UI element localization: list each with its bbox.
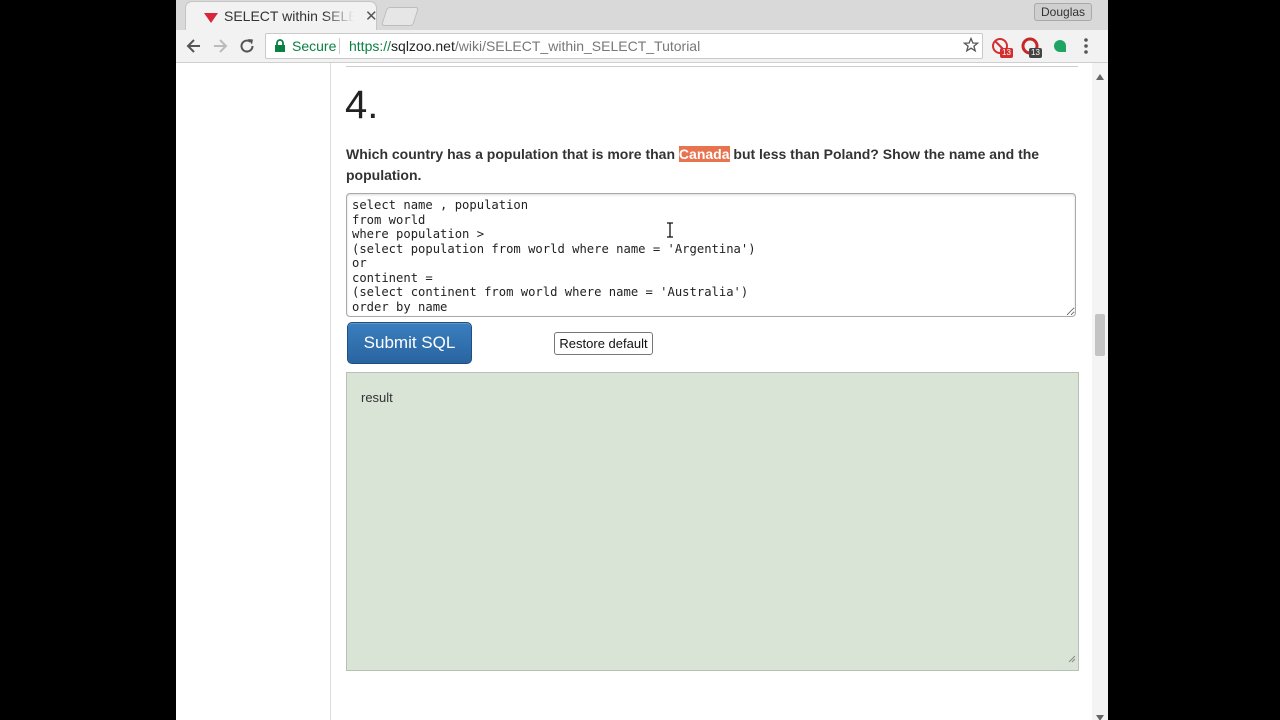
question-text: Which country has a population that is m… — [346, 144, 1046, 186]
browser-toolbar: Secure https://sqlzoo.net/wiki/SELECT_wi… — [176, 30, 1108, 63]
scroll-up-arrow-icon[interactable] — [1096, 67, 1104, 85]
question-text-before: Which country has a population that is m… — [346, 146, 679, 162]
tab-strip: SELECT within SELECT Tutorial ✕ Douglas — [176, 0, 1108, 30]
bookmark-star-icon[interactable] — [962, 36, 980, 58]
new-tab-button[interactable] — [380, 7, 420, 26]
url-scheme: https:// — [349, 38, 392, 54]
scroll-down-arrow-icon[interactable] — [1096, 708, 1104, 720]
tab-active[interactable]: SELECT within SELECT Tutorial ✕ — [186, 2, 378, 30]
browser-window: SELECT within SELECT Tutorial ✕ Douglas … — [176, 0, 1108, 720]
extension-badge-1: 13 — [1000, 48, 1013, 58]
text-cursor-icon — [666, 222, 674, 243]
forward-arrow-icon[interactable] — [211, 37, 229, 55]
sqlzoo-favicon-icon — [204, 11, 218, 29]
question-number: 4. — [345, 83, 379, 127]
back-arrow-icon[interactable] — [185, 37, 203, 55]
tab-close-icon[interactable]: ✕ — [365, 7, 378, 25]
page-content: 4. Which country has a population that i… — [176, 63, 1108, 720]
lock-icon — [274, 39, 286, 57]
resize-grip-icon[interactable] — [1068, 650, 1076, 668]
omnibox-divider — [339, 38, 340, 54]
result-panel: result — [346, 372, 1079, 671]
vertical-scrollbar[interactable] — [1092, 63, 1108, 720]
reload-icon[interactable] — [238, 37, 256, 55]
url-domain: sqlzoo.net — [391, 38, 455, 54]
section-divider — [346, 66, 1078, 67]
scrollbar-thumb[interactable] — [1095, 314, 1105, 356]
tab-title: SELECT within SELECT Tutorial — [224, 8, 354, 26]
more-menu-icon[interactable] — [1084, 38, 1088, 59]
submit-sql-button[interactable]: Submit SQL — [347, 322, 472, 364]
left-nav-divider — [330, 63, 331, 720]
result-label: result — [361, 390, 393, 405]
url-path: /wiki/SELECT_within_SELECT_Tutorial — [454, 38, 701, 54]
url-text[interactable]: https://sqlzoo.net/wiki/SELECT_within_SE… — [349, 38, 700, 54]
extension-green-drop-icon[interactable] — [1052, 37, 1068, 58]
address-bar[interactable]: Secure https://sqlzoo.net/wiki/SELECT_wi… — [265, 33, 983, 59]
sql-editor[interactable] — [346, 193, 1076, 317]
secure-label: Secure — [292, 38, 337, 54]
profile-button[interactable]: Douglas — [1034, 3, 1093, 21]
restore-default-button[interactable]: Restore default — [554, 332, 653, 355]
highlighted-word: Canada — [678, 146, 730, 162]
extension-badge-2: 13 — [1029, 48, 1042, 58]
